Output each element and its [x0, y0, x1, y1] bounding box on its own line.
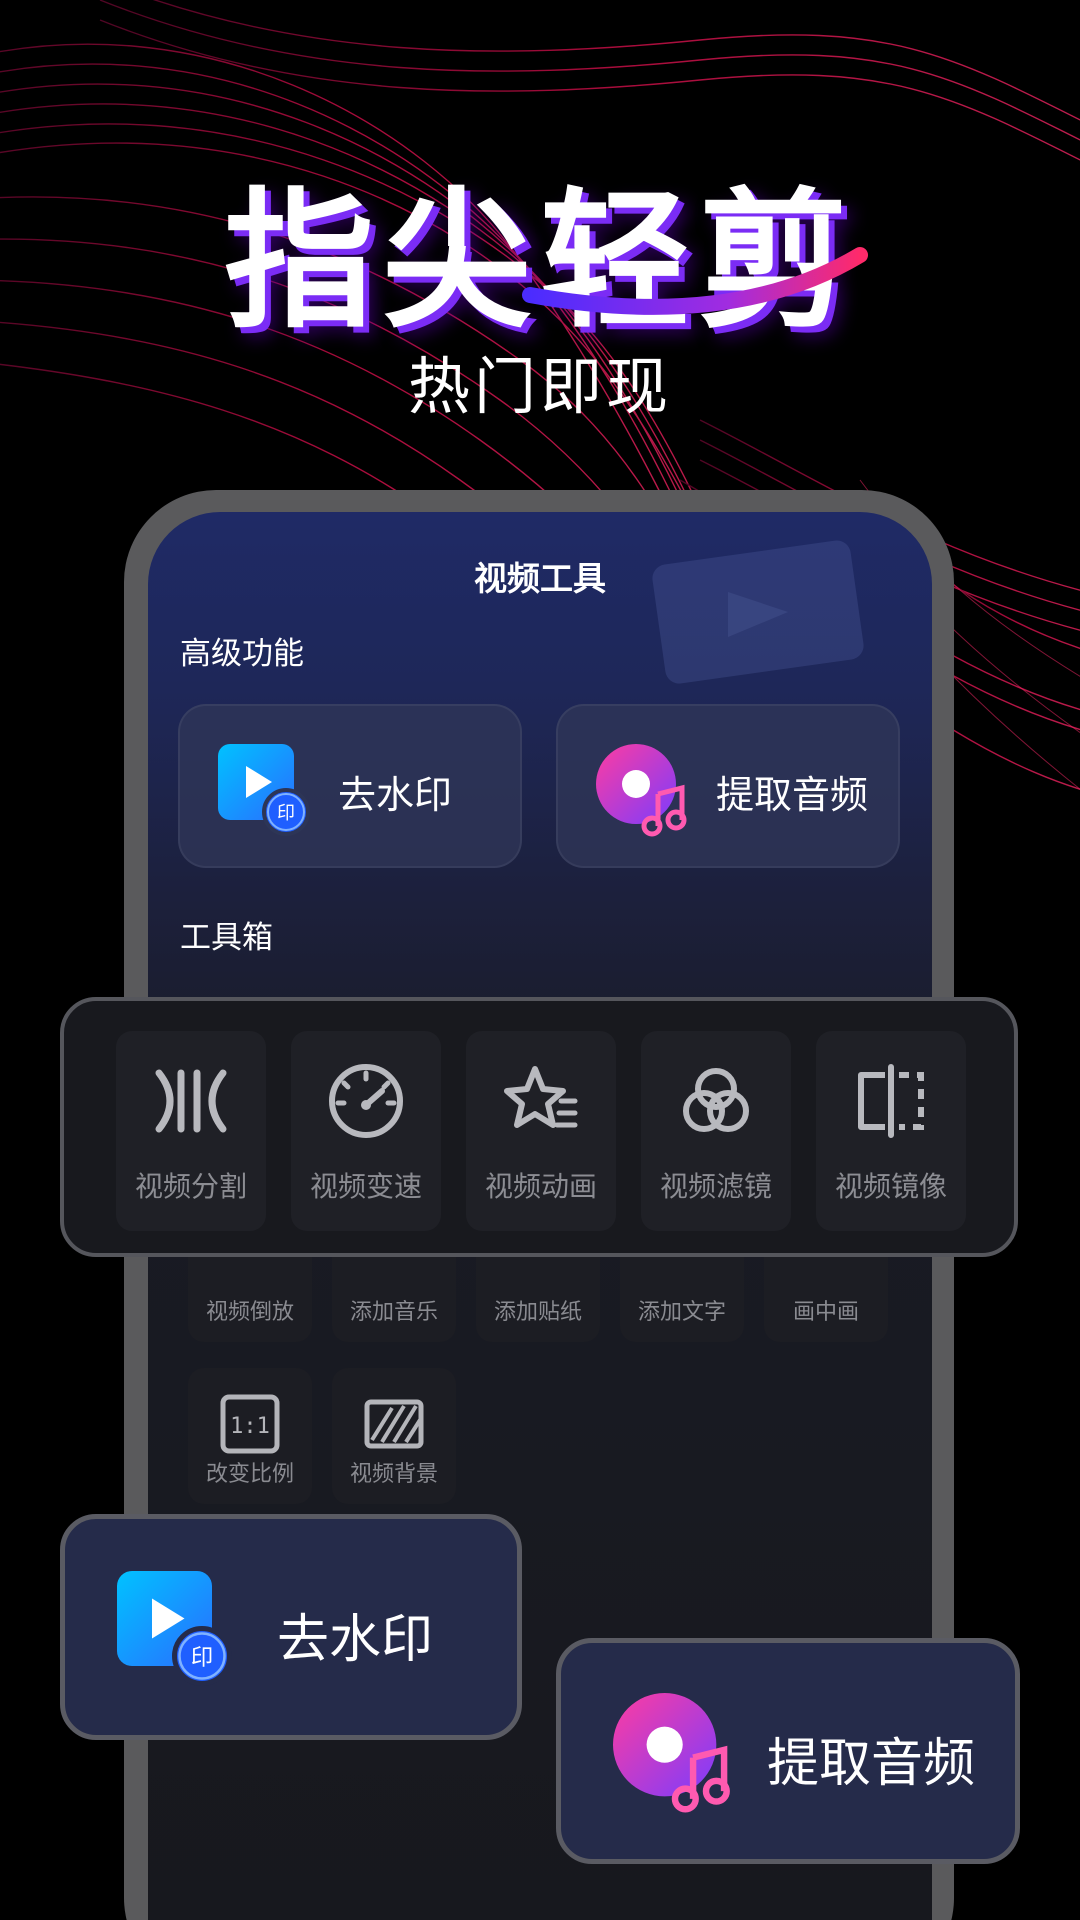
music-disc-icon	[613, 1693, 730, 1813]
ratio-icon: 1:1	[220, 1394, 280, 1454]
floating-card-extract-audio[interactable]: 提取音频	[556, 1638, 1020, 1864]
screen-title: 视频工具	[474, 559, 606, 598]
speedometer-icon	[329, 1064, 403, 1138]
promo-screen: 指尖轻剪 热门即现 视频工具 高级功能 印 去水印 提取音频 工具箱 视频倒放 …	[0, 0, 1080, 1920]
tool-label: 视频倒放	[205, 1300, 294, 1325]
tool-label: 视频滤镜	[659, 1170, 772, 1203]
play-stamp-icon: 印	[218, 744, 310, 836]
section-label-advanced: 高级功能	[180, 636, 304, 672]
split-icon	[155, 1069, 227, 1133]
tool-change-ratio[interactable]: 1:1 改变比例	[188, 1368, 312, 1504]
feature-label: 去水印	[338, 773, 453, 817]
svg-text:印: 印	[277, 803, 295, 824]
tool-label: 视频分割	[134, 1170, 247, 1203]
feature-card-extract-audio[interactable]: 提取音频	[556, 704, 900, 868]
floating-card-label: 提取音频	[767, 1734, 976, 1794]
svg-text:印: 印	[191, 1645, 214, 1671]
mirror-icon	[858, 1064, 924, 1138]
background-icon	[364, 1399, 424, 1449]
tool-video-background[interactable]: 视频背景	[332, 1368, 456, 1504]
tool-video-animation[interactable]: 视频动画	[466, 1031, 616, 1231]
tool-label: 添加贴纸	[493, 1300, 582, 1325]
tool-label: 视频变速	[309, 1170, 422, 1203]
tool-label: 视频动画	[484, 1170, 597, 1203]
tool-label: 视频镜像	[834, 1170, 947, 1203]
tool-video-split[interactable]: 视频分割	[116, 1031, 266, 1231]
hero-subtitle: 热门即现	[407, 350, 672, 423]
star-icon	[504, 1066, 578, 1128]
music-disc-icon	[596, 744, 687, 837]
swoosh-decoration	[522, 247, 868, 315]
tool-label: 添加文字	[637, 1300, 726, 1325]
tool-video-mirror[interactable]: 视频镜像	[816, 1031, 966, 1231]
tool-label: 改变比例	[205, 1462, 294, 1487]
feature-label: 提取音频	[716, 773, 869, 817]
svg-text:1:1: 1:1	[230, 1414, 270, 1439]
floating-card-label: 去水印	[277, 1610, 434, 1670]
floating-card-remove-watermark[interactable]: 印 去水印	[60, 1514, 522, 1740]
feature-card-remove-watermark[interactable]: 印 去水印	[178, 704, 522, 868]
tool-label: 添加音乐	[349, 1300, 438, 1325]
toolbox-highlight-panel: 视频分割 视频变速 视频动画 视频滤镜 视频镜像	[60, 997, 1018, 1257]
tool-label: 视频背景	[349, 1462, 438, 1487]
tool-label: 画中画	[792, 1300, 859, 1325]
play-stamp-icon: 印	[117, 1571, 232, 1686]
filter-icon	[683, 1068, 749, 1132]
tool-video-filter[interactable]: 视频滤镜	[641, 1031, 791, 1231]
section-label-toolbox: 工具箱	[180, 920, 273, 956]
tool-video-speed[interactable]: 视频变速	[291, 1031, 441, 1231]
